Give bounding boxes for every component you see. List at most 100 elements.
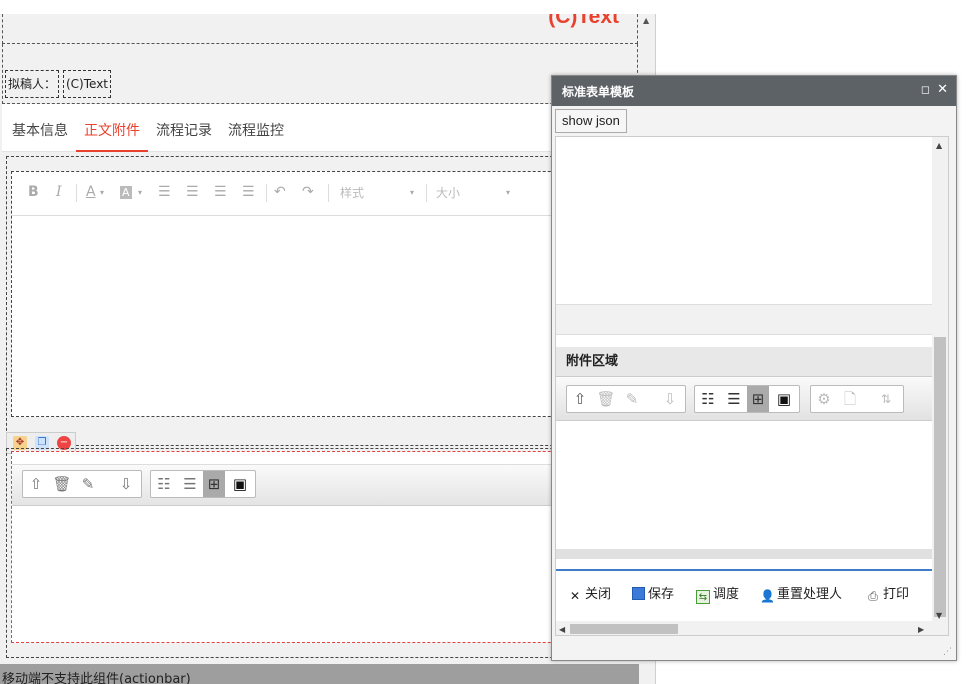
reset-handler-action[interactable]: 👤 重置处理人 (760, 583, 842, 603)
undo-icon[interactable]: ↶ (274, 184, 286, 200)
attachment-list (556, 421, 934, 551)
reset-handler-icon: 👤 (760, 589, 775, 603)
tab-basic-info[interactable]: 基本信息 (4, 112, 76, 152)
tab-flow-monitor[interactable]: 流程监控 (220, 112, 292, 152)
tab-bar: 基本信息 正文附件 流程记录 流程监控 (2, 104, 638, 152)
print-action[interactable]: ⎙ 打印 (866, 583, 909, 603)
grid-icon[interactable]: ⊞ (203, 471, 225, 497)
dialog-header: 标准表单模板 ◻ ✕ (552, 76, 956, 106)
ordered-list-icon[interactable]: ☰ (723, 389, 745, 409)
download-icon[interactable]: ⇩ (659, 389, 681, 409)
dialog-vertical-scrollbar[interactable]: ▲ ▼ (932, 137, 948, 621)
toolbar-divider (266, 184, 267, 202)
close-icon[interactable]: ✕ (937, 82, 948, 98)
section-divider (556, 305, 934, 335)
edit-icon[interactable]: ✎ (621, 389, 643, 409)
actionbar-text: 移动端不支持此组件(actionbar) (2, 672, 191, 684)
upload-icon[interactable]: ⇧ (25, 474, 47, 494)
editor-container: B I A ▾ A ▾ ☰ ☰ ☰ ☰ ↶ ↷ 样式 ▾ 大小 ▾ (6, 156, 638, 446)
attachment-footer (556, 549, 934, 559)
editor-content-area[interactable] (12, 216, 630, 416)
save-action[interactable]: 保存 (632, 583, 674, 602)
align-justify-icon[interactable]: ☰ (242, 184, 255, 200)
dispatch-action[interactable]: ⇆ 调度 (696, 583, 739, 604)
rich-text-editor: B I A ▾ A ▾ ☰ ☰ ☰ ☰ ↶ ↷ 样式 ▾ 大小 ▾ (11, 171, 631, 417)
chevron-down-icon: ▾ (100, 188, 105, 197)
attachment-section-title: 附件区域 (556, 347, 934, 377)
dispatch-icon: ⇆ (696, 590, 710, 604)
dialog-content: 附件区域 ⇧ 🗑 ✎ ⇩ ☷ ☰ ⊞ ▣ ⚙ 🗋 ⇅ ✕ 关闭 保存 ⇆ 调度 … (555, 136, 949, 636)
dialog-horizontal-scrollbar[interactable]: ◀ ▶ (556, 621, 948, 635)
print-action-label: 打印 (883, 587, 910, 602)
align-center-icon[interactable]: ☰ (186, 184, 199, 200)
title-row: (C)Text (2, 14, 638, 44)
drafter-row: 拟稿人： (C)Text (2, 44, 638, 104)
scroll-thumb[interactable] (934, 337, 946, 617)
settings-icon[interactable]: ⚙ (813, 389, 835, 409)
drafter-field[interactable]: (C)Text (63, 70, 112, 98)
tab-attachments[interactable]: 正文附件 (76, 112, 148, 152)
action-bar: ✕ 关闭 保存 ⇆ 调度 👤 重置处理人 ⎙ 打印 (556, 577, 934, 607)
form-title: (C)Text (548, 14, 619, 28)
redo-icon[interactable]: ↷ (302, 184, 314, 200)
close-action[interactable]: ✕ 关闭 (568, 583, 611, 603)
file-action-group: ⇧ 🗑 ✎ ⇩ (566, 385, 686, 413)
attachment-section: 附件区域 ⇧ 🗑 ✎ ⇩ ☷ ☰ ⊞ ▣ ⚙ 🗋 ⇅ (556, 347, 934, 559)
italic-button[interactable]: I (56, 184, 62, 200)
show-json-button[interactable]: show json (555, 109, 627, 133)
bold-button[interactable]: B (28, 184, 39, 200)
scroll-right-icon[interactable]: ▶ (918, 625, 924, 634)
template-dialog: 标准表单模板 ◻ ✕ show json 附件区域 ⇧ 🗑 ✎ ⇩ ☷ ☰ ⊞ … (551, 75, 957, 661)
list-icon[interactable]: ☷ (153, 474, 175, 494)
view-mode-group: ☷ ☰ ⊞ ▣ (694, 385, 800, 413)
scroll-down-icon[interactable]: ▼ (936, 611, 942, 620)
bg-color-button[interactable]: A (120, 186, 132, 199)
grid-icon[interactable]: ⊞ (747, 386, 769, 412)
reset-handler-action-label: 重置处理人 (777, 587, 843, 602)
save-action-label: 保存 (648, 587, 675, 602)
close-action-label: 关闭 (585, 587, 612, 602)
attachment-area: ⇧ 🗑 ✎ ⇩ ☷ ☰ ⊞ ▣ (11, 451, 631, 643)
attachment-toolbar: ⇧ 🗑 ✎ ⇩ ☷ ☰ ⊞ ▣ ⚙ 🗋 ⇅ (556, 377, 934, 421)
trash-icon[interactable]: 🗑 (51, 474, 73, 494)
file-action-group: ⇧ 🗑 ✎ ⇩ (22, 470, 142, 498)
file-icon[interactable]: 🗋 (839, 389, 861, 409)
edit-icon[interactable]: ✎ (77, 474, 99, 494)
print-icon: ⎙ (868, 589, 878, 603)
close-icon: ✕ (569, 589, 581, 603)
maximize-icon[interactable]: ◻ (921, 82, 930, 98)
toolbar-divider (426, 184, 427, 202)
font-color-button[interactable]: A (86, 184, 96, 200)
scroll-left-icon[interactable]: ◀ (559, 625, 565, 634)
download-icon[interactable]: ⇩ (115, 474, 137, 494)
drafter-label: 拟稿人： (5, 70, 60, 98)
upload-icon[interactable]: ⇧ (569, 389, 591, 409)
actionbar-placeholder: 移动端不支持此组件(actionbar) (0, 664, 640, 684)
resize-handle[interactable]: ⋰ (943, 647, 952, 657)
size-select[interactable]: 大小 (436, 184, 460, 201)
list-icon[interactable]: ☷ (697, 389, 719, 409)
editor-toolbar: B I A ▾ A ▾ ☰ ☰ ☰ ☰ ↶ ↷ 样式 ▾ 大小 ▾ (12, 172, 630, 216)
dialog-title: 标准表单模板 (562, 85, 635, 99)
ordered-list-icon[interactable]: ☰ (179, 474, 201, 494)
trash-icon[interactable]: 🗑 (595, 389, 617, 409)
chevron-down-icon: ▾ (138, 188, 143, 197)
attachment-container: ⇧ 🗑 ✎ ⇩ ☷ ☰ ⊞ ▣ (6, 448, 638, 658)
chevron-down-icon: ▾ (506, 188, 511, 197)
align-right-icon[interactable]: ☰ (214, 184, 227, 200)
align-left-icon[interactable]: ☰ (158, 184, 171, 200)
toolbar-divider (76, 184, 77, 202)
attachment-toolbar: ⇧ 🗑 ✎ ⇩ ☷ ☰ ⊞ ▣ (12, 464, 630, 506)
style-select[interactable]: 样式 (340, 184, 364, 201)
view-mode-group: ☷ ☰ ⊞ ▣ (150, 470, 256, 498)
scroll-up-icon[interactable]: ▲ (643, 16, 649, 25)
image-icon[interactable]: ▣ (773, 389, 795, 409)
scroll-thumb[interactable] (570, 624, 678, 634)
image-icon[interactable]: ▣ (229, 474, 251, 494)
scroll-up-icon[interactable]: ▲ (936, 141, 942, 150)
extra-action-group: ⚙ 🗋 ⇅ (810, 385, 904, 413)
tab-flow-record[interactable]: 流程记录 (148, 112, 220, 152)
sort-icon[interactable]: ⇅ (875, 389, 897, 409)
save-icon (632, 587, 645, 600)
actions-divider (556, 569, 934, 571)
